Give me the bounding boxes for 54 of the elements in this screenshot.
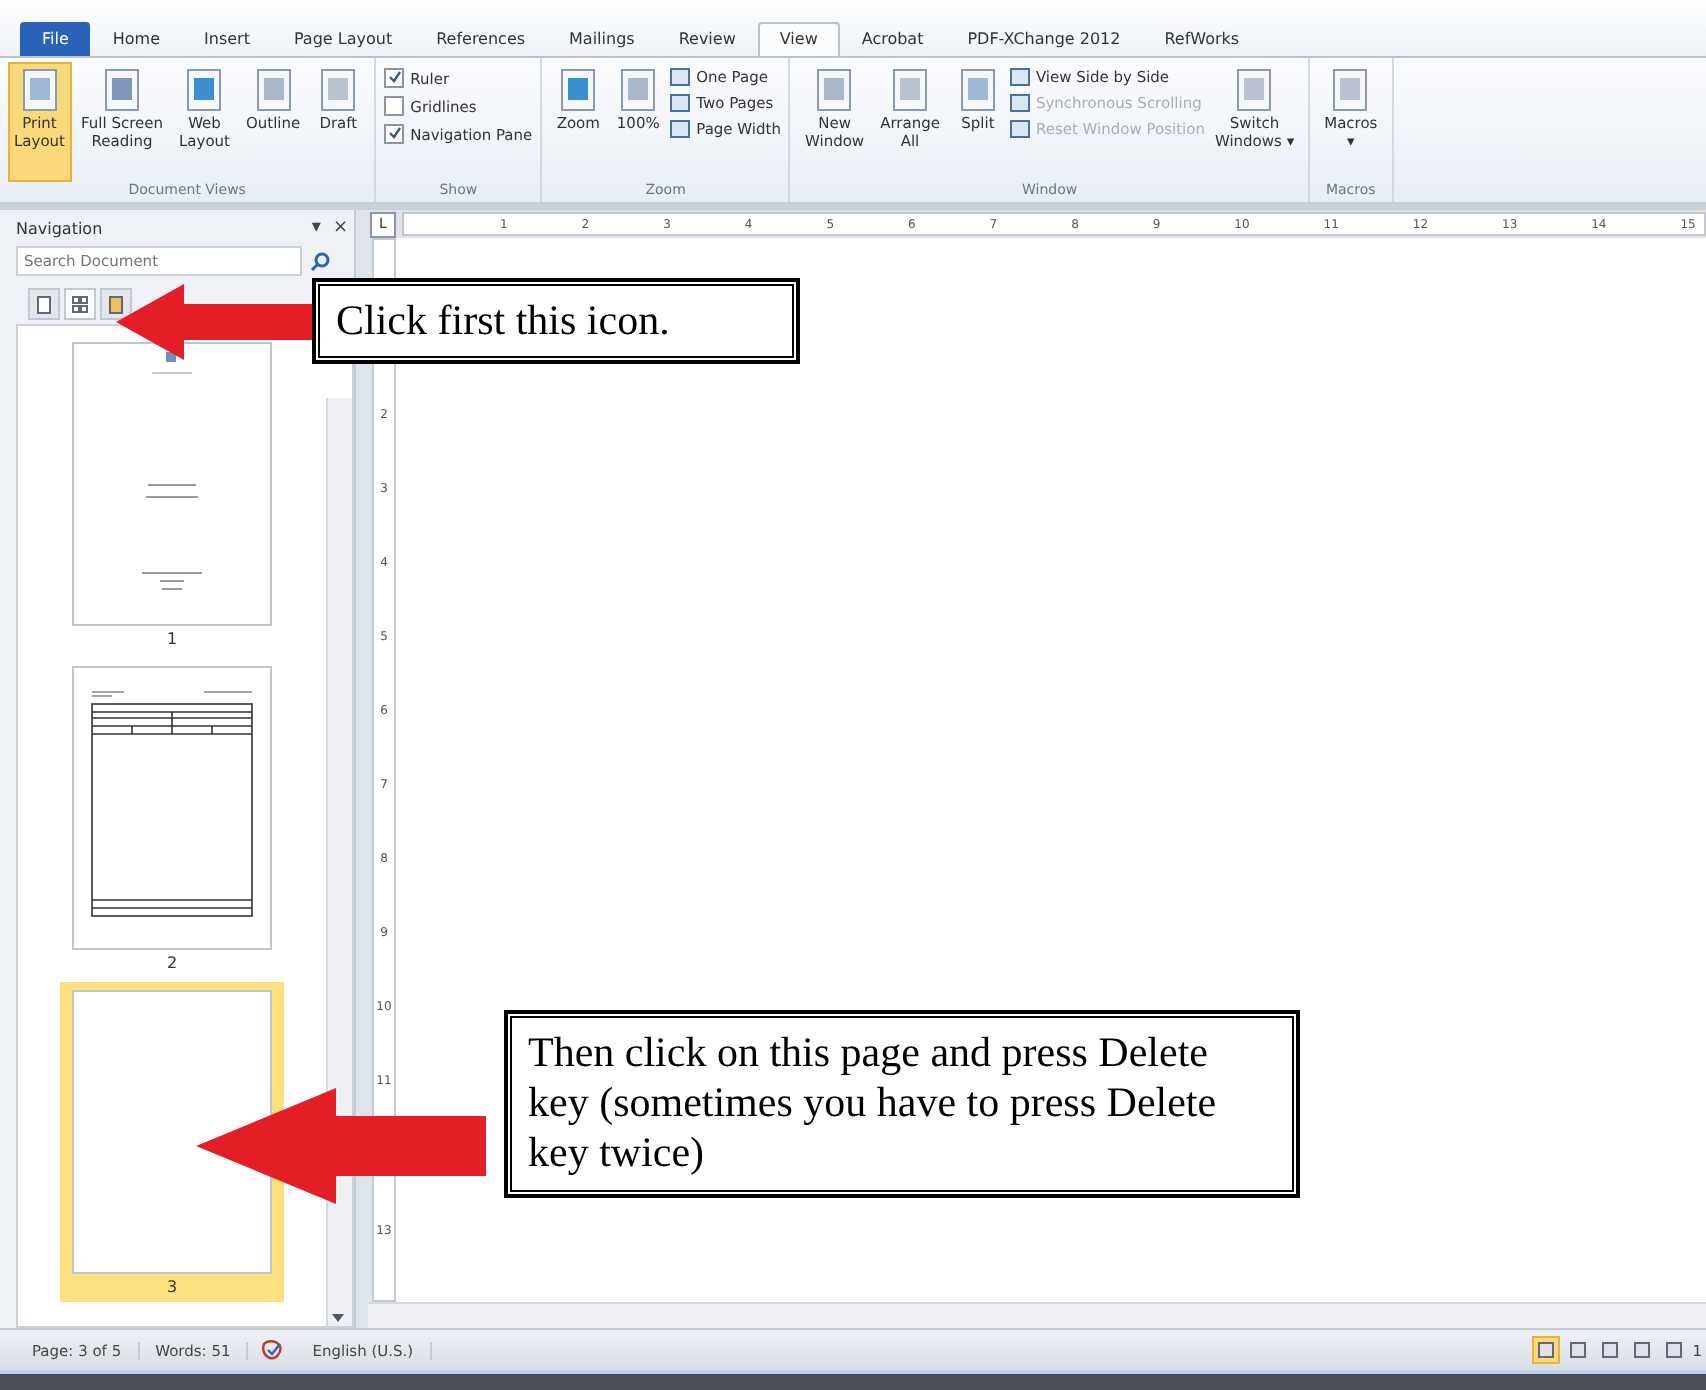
page-icon [616, 68, 661, 112]
grid-icon [72, 295, 88, 313]
page-icon [1009, 94, 1030, 112]
page-number: 3 [166, 1276, 178, 1300]
page-number: 2 [166, 952, 178, 976]
arrow-icon [116, 284, 316, 360]
search-icon [310, 251, 330, 271]
page-icon [955, 68, 1000, 112]
page-icon [182, 68, 227, 112]
ribbon-tab[interactable]: References [414, 22, 548, 56]
pane-menu-button[interactable]: ▾ [305, 218, 327, 238]
page-icon [670, 120, 691, 138]
checkbox[interactable] [384, 96, 405, 116]
ribbon-tab[interactable]: Mailings [547, 22, 657, 56]
ribbon-tab[interactable]: Acrobat [839, 22, 946, 56]
close-button[interactable]: × [326, 218, 354, 238]
page-number: 1 [166, 628, 178, 652]
page-icon [1009, 68, 1030, 86]
page-icon [888, 68, 932, 112]
view-tab[interactable] [64, 288, 96, 320]
page-icon [108, 295, 124, 313]
page-icon [17, 68, 62, 112]
ribbon-tab[interactable]: PDF-XChange 2012 [945, 22, 1143, 56]
page-thumbnail[interactable]: 3 [60, 982, 284, 1302]
page-icon [251, 68, 296, 112]
page-icon [812, 68, 857, 112]
callout-text: Click first this icon. [314, 280, 798, 363]
arrow-icon [196, 1088, 486, 1204]
page-icon [1328, 68, 1373, 112]
ribbon-tab[interactable]: Review [656, 22, 758, 56]
view-tab[interactable] [28, 288, 60, 320]
page-icon [316, 68, 361, 112]
page-icon [670, 68, 691, 86]
checkbox[interactable] [384, 124, 405, 144]
ribbon-tab[interactable]: RefWorks [1142, 22, 1262, 56]
view-button[interactable] [1532, 1336, 1561, 1364]
page-icon [36, 295, 52, 313]
ribbon-tab[interactable]: Home [90, 22, 183, 56]
ribbon-tab[interactable]: View [757, 22, 840, 56]
view-tab[interactable] [100, 288, 132, 320]
page-icon [100, 68, 144, 112]
ribbon-tab[interactable]: Insert [182, 22, 272, 56]
ribbon-tab[interactable]: File [20, 22, 91, 56]
pane-title: Navigation [16, 219, 105, 237]
scrollbar[interactable] [368, 1302, 1706, 1328]
scrollbar[interactable] [326, 398, 352, 1326]
spelling-icon[interactable] [260, 1339, 285, 1361]
callout-text: Then click on this page and press Delete key (sometimes you have to press Delete key twice) [506, 1012, 1298, 1196]
page-icon [1232, 68, 1277, 112]
page-icon [556, 68, 601, 112]
ribbon-tab[interactable]: Page Layout [271, 22, 415, 56]
checkbox[interactable] [384, 68, 405, 88]
page-icon [1009, 120, 1030, 138]
page-icon [670, 94, 691, 112]
